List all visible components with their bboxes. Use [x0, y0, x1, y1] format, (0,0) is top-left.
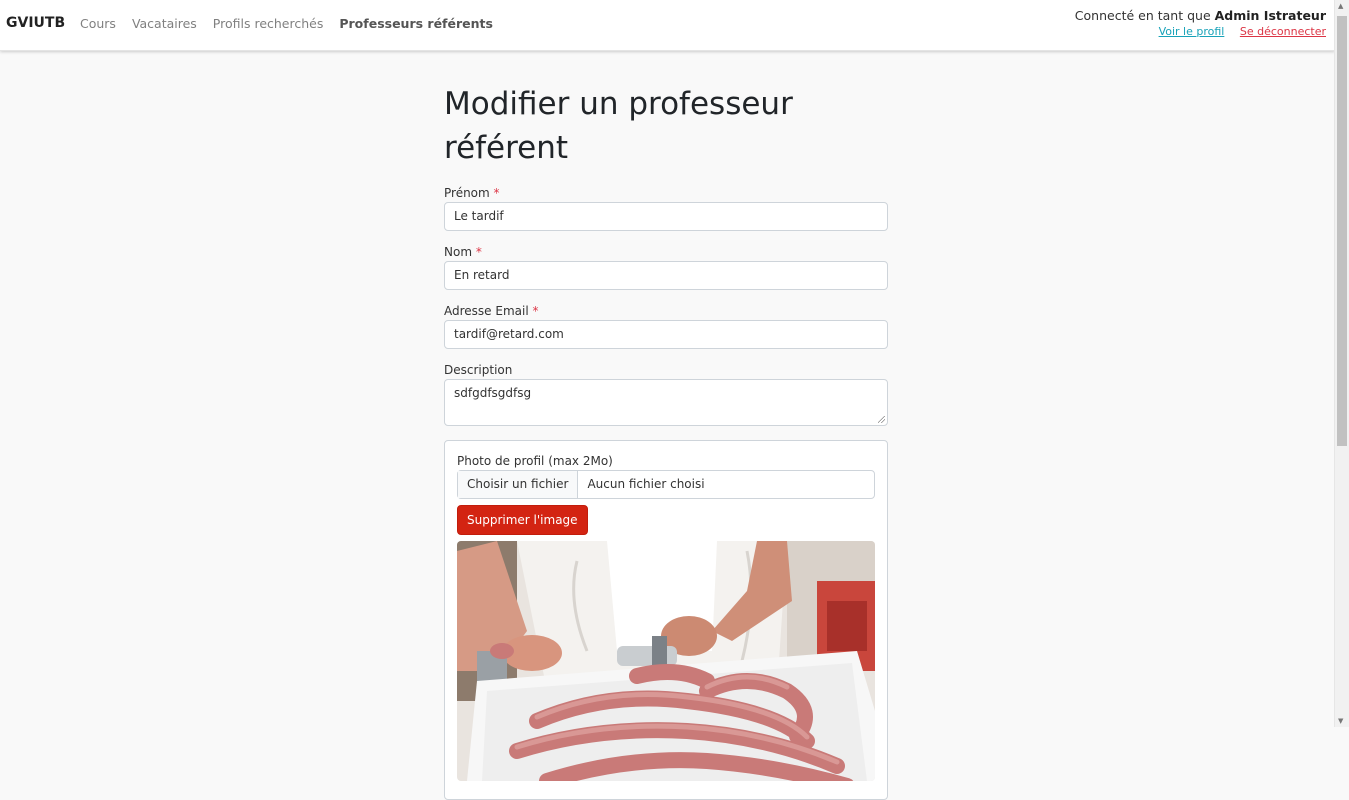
page-scrollbar[interactable]: ▲ ▼ — [1334, 0, 1349, 727]
photo-label: Photo de profil (max 2Mo) — [457, 454, 613, 468]
nav-link-vacataires[interactable]: Vacataires — [132, 16, 197, 31]
firstname-label: Prénom * — [444, 186, 500, 200]
user-prefix: Connecté en tant que — [1074, 8, 1211, 23]
lastname-label: Nom * — [444, 245, 482, 259]
edit-form: Modifier un professeur référent Prénom *… — [444, 82, 888, 800]
nav-links: Cours Vacataires Profils recherchés Prof… — [80, 16, 505, 31]
choose-file-button[interactable]: Choisir un fichier — [458, 471, 579, 498]
file-input[interactable]: Choisir un fichier Aucun fichier choisi — [457, 470, 875, 499]
nav-link-cours[interactable]: Cours — [80, 16, 116, 31]
email-group: Adresse Email * tardif@retard.com — [444, 304, 888, 349]
required-marker: * — [532, 304, 539, 318]
brand-logo[interactable]: GVIUTB — [6, 15, 65, 31]
photo-card: Photo de profil (max 2Mo) Choisir un fic… — [444, 440, 888, 800]
description-label: Description — [444, 363, 513, 377]
required-marker: * — [475, 245, 482, 259]
firstname-group: Prénom * Le tardif — [444, 186, 888, 231]
file-name-display: Aucun fichier choisi — [587, 477, 705, 491]
page-title: Modifier un professeur référent — [444, 86, 793, 166]
description-group: Description sdfgdfsgdfsg — [444, 363, 888, 426]
lastname-input[interactable]: En retard — [444, 261, 888, 290]
user-status: Connecté en tant que Admin Istrateur — [1075, 8, 1326, 23]
scroll-down-icon[interactable]: ▼ — [1338, 717, 1343, 725]
user-links: Voir le profil Se déconnecter — [1075, 25, 1326, 38]
resize-handle-icon[interactable] — [878, 416, 885, 423]
delete-image-button[interactable]: Supprimer l'image — [457, 505, 588, 535]
profile-photo — [457, 541, 875, 781]
lastname-group: Nom * En retard — [444, 245, 888, 290]
nav-link-professeurs-referents[interactable]: Professeurs référents — [339, 16, 493, 31]
navbar: GVIUTB Cours Vacataires Profils recherch… — [0, 0, 1335, 51]
description-text: sdfgdfsgdfsg — [454, 386, 532, 400]
required-marker: * — [493, 186, 500, 200]
firstname-input[interactable]: Le tardif — [444, 202, 888, 231]
scroll-up-icon[interactable]: ▲ — [1338, 2, 1343, 10]
email-input[interactable]: tardif@retard.com — [444, 320, 888, 349]
nav-link-profils-recherches[interactable]: Profils recherchés — [213, 16, 324, 31]
email-label: Adresse Email * — [444, 304, 539, 318]
view-profile-link[interactable]: Voir le profil — [1159, 25, 1225, 38]
description-textarea[interactable]: sdfgdfsgdfsg — [444, 379, 888, 426]
scrollbar-thumb[interactable] — [1337, 16, 1347, 446]
user-name: Admin Istrateur — [1214, 8, 1326, 23]
user-box: Connecté en tant que Admin Istrateur Voi… — [1075, 8, 1326, 38]
logout-link[interactable]: Se déconnecter — [1240, 25, 1326, 38]
